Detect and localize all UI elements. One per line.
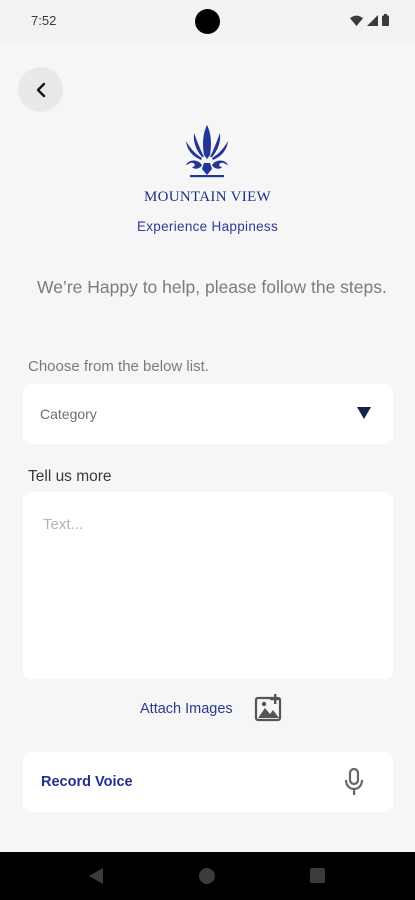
record-voice-label: Record Voice [41, 774, 133, 790]
microphone-icon [344, 768, 364, 795]
nav-recents-icon[interactable] [310, 868, 325, 883]
status-icons [350, 14, 389, 26]
nav-home-icon[interactable] [199, 868, 215, 884]
status-time: 7:52 [31, 13, 57, 28]
category-dropdown[interactable]: Category [23, 384, 393, 444]
intro-text: We’re Happy to help, please follow the s… [37, 277, 387, 297]
nav-back-icon[interactable] [89, 868, 103, 884]
back-arrow-icon [36, 82, 45, 97]
brand-tagline: Experience Happiness [136, 219, 279, 234]
camera-cutout [195, 9, 220, 34]
brand-name: MOUNTAIN VIEW [144, 189, 271, 205]
system-navigation-bar [0, 852, 415, 900]
battery-icon [382, 14, 389, 26]
record-voice-button[interactable]: Record Voice [23, 752, 393, 812]
details-placeholder: Text... [43, 516, 84, 533]
attach-images-label: Attach Images [140, 701, 233, 717]
mountain-view-logo-icon [186, 125, 228, 178]
signal-icon [367, 14, 378, 26]
category-section-label: Choose from the below list. [28, 358, 209, 375]
details-label: Tell us more [28, 468, 112, 485]
category-placeholder: Category [40, 406, 97, 422]
back-button[interactable] [18, 67, 63, 112]
add-image-icon [254, 694, 282, 722]
wifi-icon [350, 15, 363, 26]
dropdown-caret-icon [357, 407, 371, 419]
status-bar: 7:52 [0, 0, 415, 42]
